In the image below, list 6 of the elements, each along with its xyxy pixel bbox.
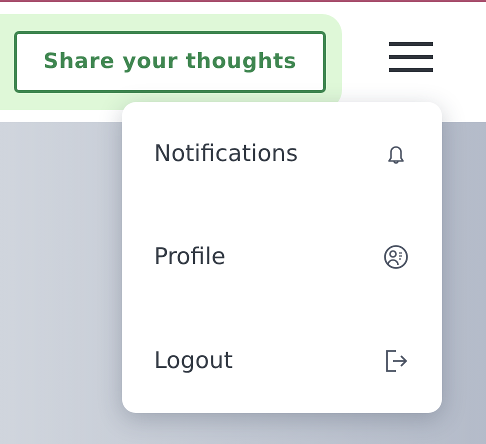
menu-icon[interactable] [388,40,434,74]
share-button[interactable]: Share your thoughts [14,31,326,93]
user-icon [382,243,410,272]
menu-item[interactable]: Logout [154,324,410,398]
menu-item[interactable]: Profile [154,220,410,295]
menu-item[interactable]: Notifications [154,116,410,192]
